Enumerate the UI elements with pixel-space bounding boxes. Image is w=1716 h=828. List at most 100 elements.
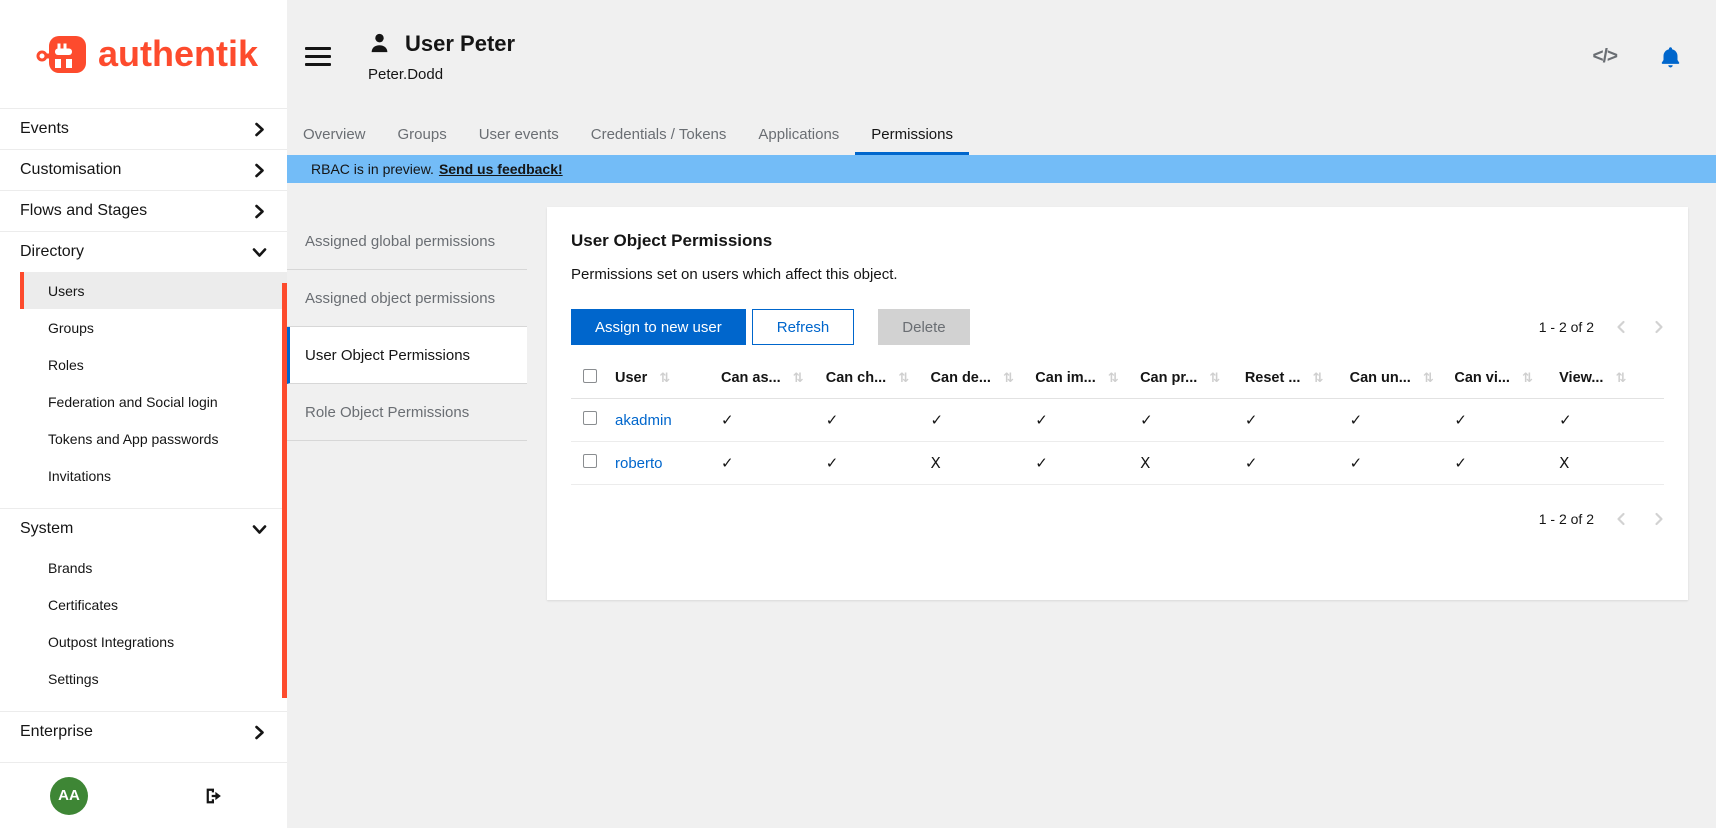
permission-value: ✓: [826, 399, 931, 442]
sidebar-item-events[interactable]: Events: [0, 109, 287, 149]
delete-button[interactable]: Delete: [878, 309, 969, 345]
sign-out-icon[interactable]: [203, 785, 225, 807]
feedback-link[interactable]: Send us feedback!: [439, 161, 563, 177]
sidebar-item-tokens-and-app-passwords[interactable]: Tokens and App passwords: [20, 420, 287, 457]
sidebar-item-customisation[interactable]: Customisation: [0, 150, 287, 190]
sidebar-group-system: System Brands Certificates Outpost Integ…: [0, 509, 287, 711]
sidebar-group-directory: Directory Users Groups Roles Federation …: [0, 232, 287, 508]
sidebar-scrollbar[interactable]: [282, 283, 287, 698]
page-subtitle: Peter.Dodd: [368, 66, 515, 83]
sort-icon[interactable]: ⇅: [1312, 371, 1323, 386]
sort-icon[interactable]: ⇅: [1423, 371, 1434, 386]
sort-icon[interactable]: ⇅: [1615, 371, 1626, 386]
refresh-button[interactable]: Refresh: [752, 309, 855, 345]
toolbar: Assign to new user Refresh Delete 1 - 2 …: [571, 309, 1664, 345]
page-title: User Peter: [405, 31, 515, 57]
rbac-preview-banner: RBAC is in preview. Send us feedback!: [287, 155, 1716, 183]
pagination-prev-icon[interactable]: [1616, 320, 1626, 334]
pagination-next-icon[interactable]: [1654, 512, 1664, 526]
sort-icon[interactable]: ⇅: [1209, 371, 1220, 386]
subnav-assigned-global-permissions[interactable]: Assigned global permissions: [287, 213, 527, 270]
chevron-right-icon: [254, 725, 265, 740]
permission-value: ✓: [1035, 442, 1140, 485]
sort-icon[interactable]: ⇅: [1003, 371, 1014, 386]
banner-text: RBAC is in preview.: [311, 161, 434, 177]
permission-value: ✓: [1350, 442, 1455, 485]
sidebar-item-users[interactable]: Users: [20, 272, 287, 309]
permission-value: X: [931, 442, 1036, 485]
chevron-down-icon: [252, 524, 267, 535]
sidebar-item-system[interactable]: System: [0, 509, 287, 549]
permission-value: ✓: [1454, 442, 1559, 485]
permission-value: X: [1559, 442, 1664, 485]
sidebar-footer: AA: [0, 762, 287, 828]
permission-value: ✓: [1245, 399, 1350, 442]
main-area: User Peter Peter.Dodd </> Overview Group…: [287, 0, 1716, 828]
sidebar-item-federation-and-social-login[interactable]: Federation and Social login: [20, 383, 287, 420]
subnav-assigned-object-permissions[interactable]: Assigned object permissions: [287, 270, 527, 327]
pagination-prev-icon[interactable]: [1616, 512, 1626, 526]
permission-value: ✓: [931, 399, 1036, 442]
sort-icon[interactable]: ⇅: [793, 371, 804, 386]
tab-bar: Overview Groups User events Credentials …: [287, 113, 1716, 155]
title-block: User Peter Peter.Dodd: [368, 31, 515, 83]
sidebar-item-flows-and-stages[interactable]: Flows and Stages: [0, 191, 287, 231]
content-area: Assigned global permissions Assigned obj…: [287, 183, 1716, 828]
permissions-table: User⇅ Can as...⇅ Can ch...⇅ Can de...⇅ C…: [571, 359, 1664, 485]
sort-icon[interactable]: ⇅: [898, 371, 909, 386]
notification-bell-icon[interactable]: [1659, 45, 1682, 69]
user-icon: [368, 32, 391, 55]
sort-icon[interactable]: ⇅: [659, 371, 670, 386]
sidebar-item-outpost-integrations[interactable]: Outpost Integrations: [20, 623, 287, 660]
chevron-right-icon: [254, 204, 265, 219]
sidebar-item-brands[interactable]: Brands: [20, 549, 287, 586]
sidebar: authentik Events Customisation Flows and…: [0, 0, 287, 828]
assign-to-new-user-button[interactable]: Assign to new user: [571, 309, 746, 345]
pagination-label: 1 - 2 of 2: [1539, 511, 1594, 527]
permission-value: ✓: [1035, 399, 1140, 442]
permission-value: ✓: [1454, 399, 1559, 442]
sidebar-item-groups[interactable]: Groups: [20, 309, 287, 346]
panel-title: User Object Permissions: [571, 231, 1664, 251]
tab-permissions[interactable]: Permissions: [855, 113, 969, 155]
tab-applications[interactable]: Applications: [742, 113, 855, 155]
permission-value: ✓: [1350, 399, 1455, 442]
permission-value: ✓: [1245, 442, 1350, 485]
chevron-right-icon: [254, 163, 265, 178]
avatar[interactable]: AA: [50, 777, 88, 815]
select-all-checkbox[interactable]: [583, 369, 597, 383]
sidebar-item-enterprise[interactable]: Enterprise: [0, 712, 287, 752]
permission-value: ✓: [721, 399, 826, 442]
chevron-right-icon: [254, 122, 265, 137]
api-code-icon[interactable]: </>: [1593, 46, 1617, 68]
chevron-down-icon: [252, 247, 267, 258]
table-header-row: User⇅ Can as...⇅ Can ch...⇅ Can de...⇅ C…: [571, 359, 1664, 399]
tab-credentials-tokens[interactable]: Credentials / Tokens: [575, 113, 743, 155]
hamburger-icon[interactable]: [305, 47, 331, 66]
pagination-bottom: 1 - 2 of 2: [571, 511, 1664, 527]
subnav-role-object-permissions[interactable]: Role Object Permissions: [287, 384, 527, 441]
permission-value: ✓: [826, 442, 931, 485]
sidebar-item-roles[interactable]: Roles: [20, 346, 287, 383]
tab-groups[interactable]: Groups: [382, 113, 463, 155]
row-checkbox[interactable]: [583, 454, 597, 468]
sort-icon[interactable]: ⇅: [1522, 371, 1533, 386]
sort-icon[interactable]: ⇅: [1108, 371, 1119, 386]
tab-user-events[interactable]: User events: [463, 113, 575, 155]
pagination-next-icon[interactable]: [1654, 320, 1664, 334]
user-link[interactable]: roberto: [615, 455, 663, 472]
sidebar-item-settings[interactable]: Settings: [20, 660, 287, 697]
sidebar-item-directory[interactable]: Directory: [0, 232, 287, 272]
authentik-logo-text: authentik: [98, 33, 258, 75]
page-header: User Peter Peter.Dodd </>: [287, 0, 1716, 113]
subnav-user-object-permissions[interactable]: User Object Permissions: [287, 327, 527, 384]
sidebar-item-certificates[interactable]: Certificates: [20, 586, 287, 623]
row-checkbox[interactable]: [583, 411, 597, 425]
sidebar-item-invitations[interactable]: Invitations: [20, 457, 287, 494]
tab-overview[interactable]: Overview: [287, 113, 382, 155]
authentik-logo: authentik: [0, 0, 287, 108]
panel-description: Permissions set on users which affect th…: [571, 266, 1664, 283]
user-link[interactable]: akadmin: [615, 412, 672, 429]
permissions-subnav: Assigned global permissions Assigned obj…: [287, 213, 527, 441]
user-object-permissions-panel: User Object Permissions Permissions set …: [547, 207, 1688, 600]
